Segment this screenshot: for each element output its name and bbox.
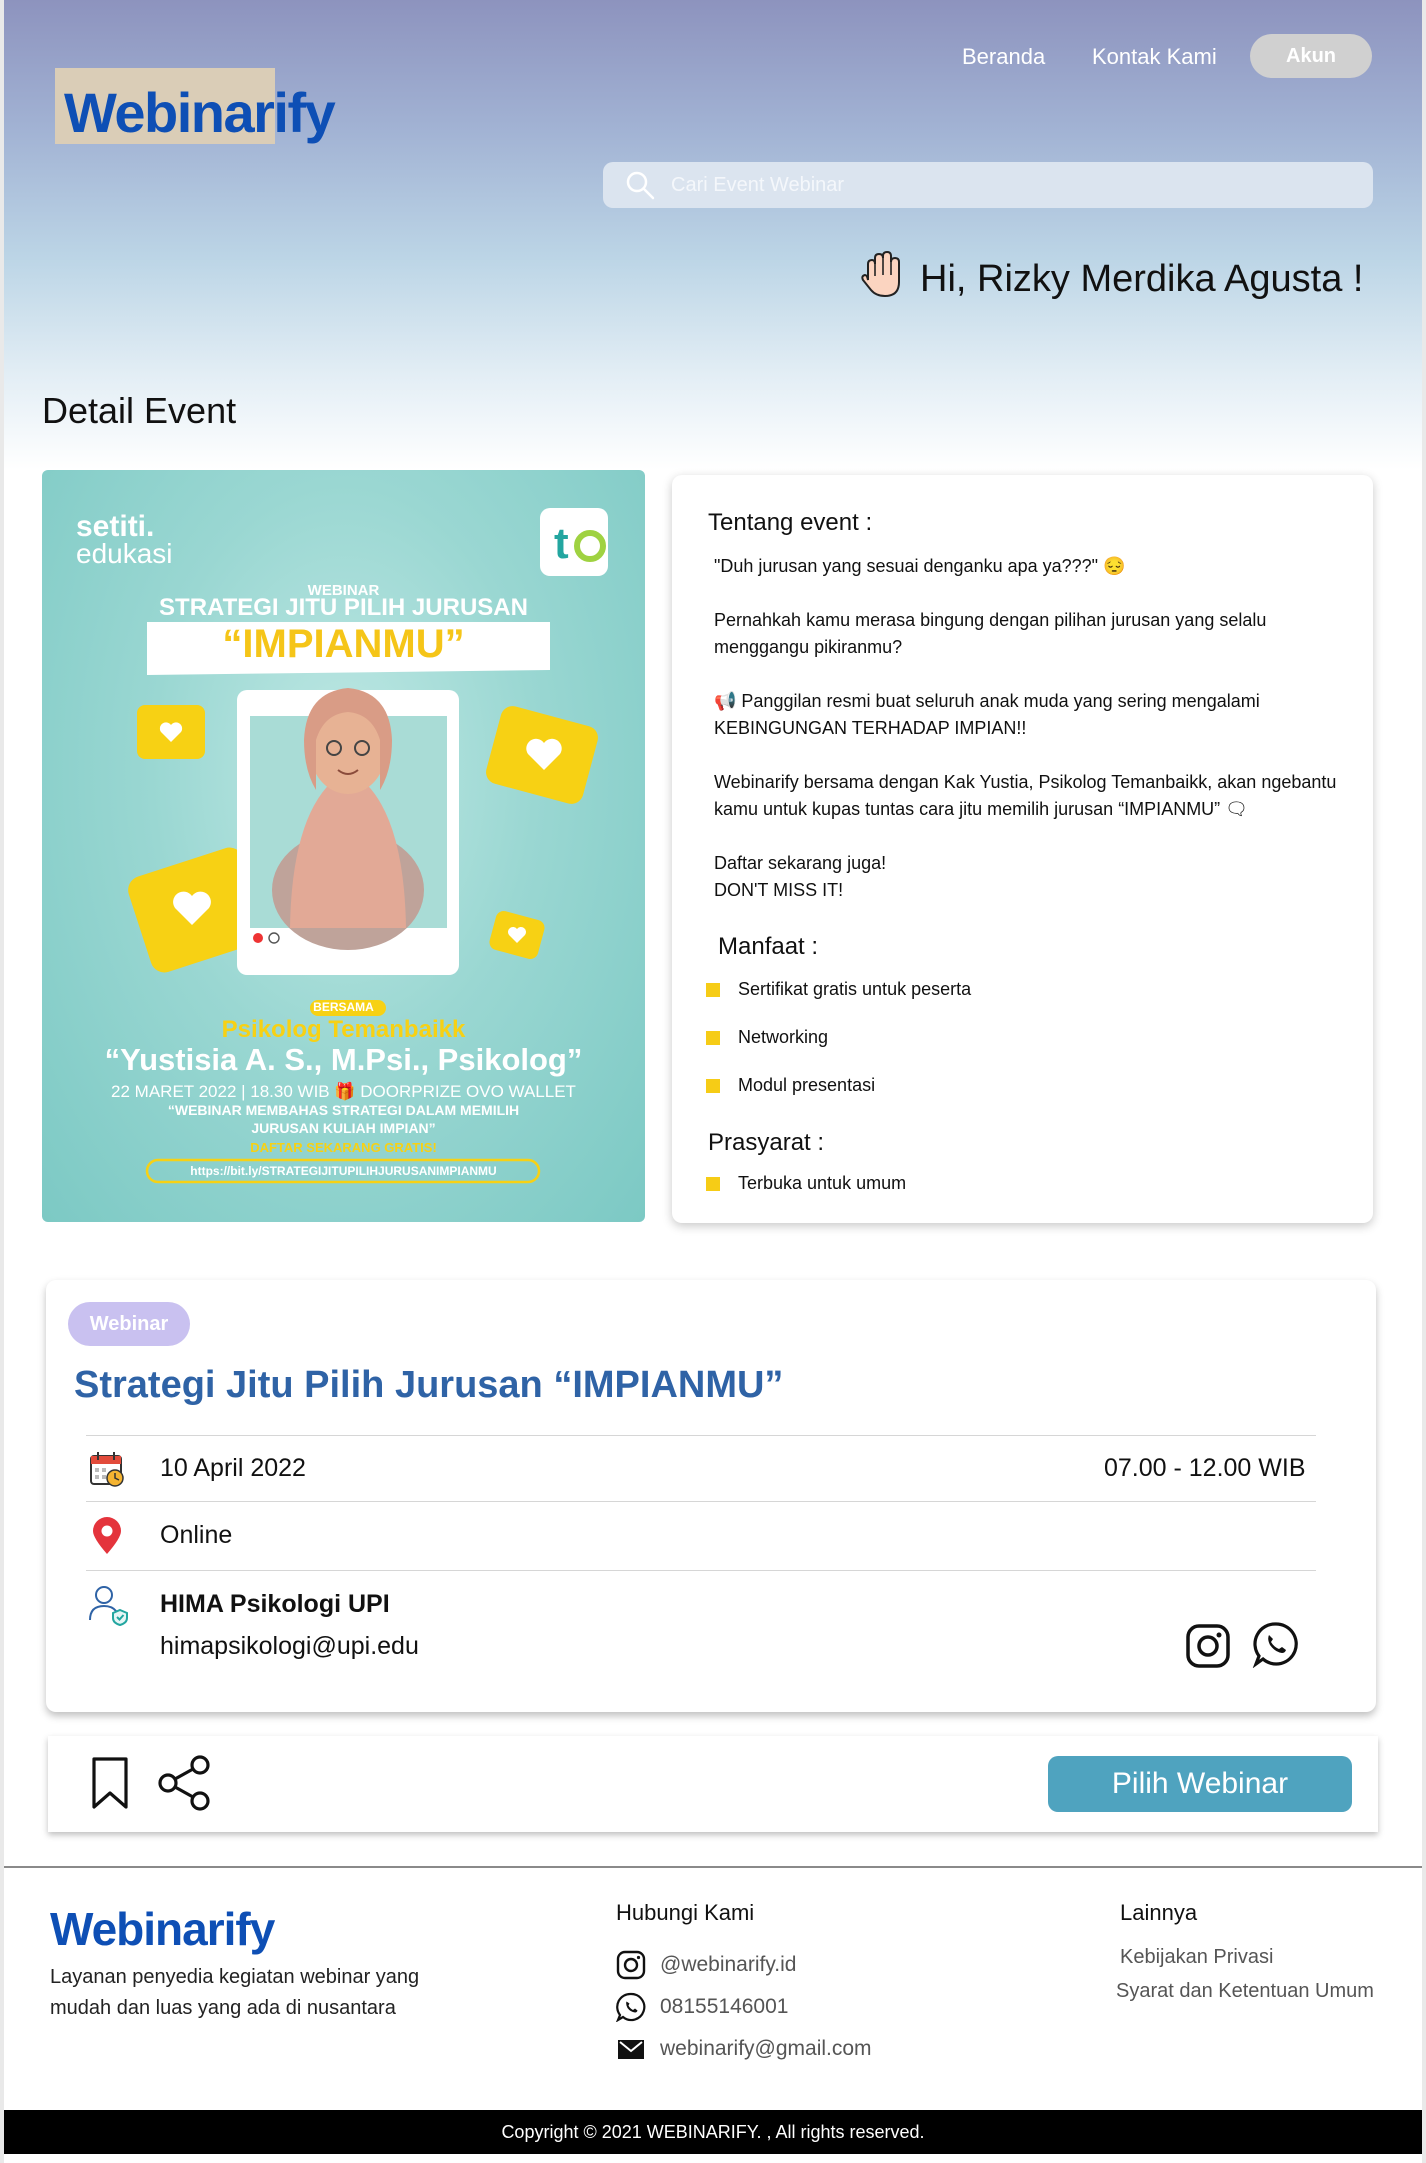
about-paragraph-4: Webinarify bersama dengan Kak Yustia, Ps…	[714, 772, 1337, 819]
poster-speaker: “Yustisia A. S., M.Psi., Psikolog”	[104, 1042, 583, 1077]
copyright-bar: Copyright © 2021 WEBINARIFY. , All right…	[4, 2110, 1422, 2154]
select-webinar-button[interactable]: Pilih Webinar	[1048, 1756, 1352, 1812]
organizer-name: HIMA Psikologi UPI	[160, 1590, 390, 1618]
account-button[interactable]: Akun	[1250, 34, 1372, 78]
event-date: 10 April 2022	[160, 1454, 306, 1482]
about-paragraph-5: Daftar sekarang juga!	[714, 853, 887, 873]
waving-hand-icon	[861, 250, 900, 298]
poster-cta: DAFTAR SEKARANG GRATIS!	[250, 1140, 437, 1155]
greeting-text: Hi, Rizky Merdika Agusta !	[920, 258, 1364, 300]
nav-home-link[interactable]: Beranda	[962, 44, 1045, 70]
organizer-icon	[89, 1586, 128, 1626]
poster-org: Psikolog Temanbaikk	[221, 1016, 466, 1043]
search-input[interactable]	[671, 173, 1311, 197]
page-title: Detail Event	[42, 390, 237, 431]
footer-description: Layanan penyedia kegiatan webinar yang m…	[50, 1966, 420, 2019]
poster-desc-1: “WEBINAR MEMBAHAS STRATEGI DALAM MEMILIH	[167, 1102, 520, 1118]
search-icon	[626, 171, 655, 200]
event-title: Strategi Jitu Pilih Jurusan “IMPIANMU”	[74, 1364, 784, 1406]
bullet-icon	[706, 1030, 720, 1045]
event-info-card: Webinar Strategi Jitu Pilih Jurusan “IMP…	[46, 1280, 1376, 1712]
requirement-item: Terbuka untuk umum	[706, 1173, 906, 1194]
footer-other-heading: Lainnya	[1120, 1900, 1198, 1925]
benefit-item: Sertifikat gratis untuk peserta	[706, 979, 971, 1000]
instagram-icon[interactable]	[1184, 1622, 1232, 1670]
poster-desc-2: JURUSAN KULIAH IMPIAN”	[251, 1120, 436, 1136]
footer-divider	[0, 1866, 1426, 1868]
event-poster: t setiti. edukasi WEBINAR STRATEGI JITU …	[42, 470, 645, 1222]
about-paragraph-1: "Duh jurusan yang sesuai denganku apa ya…	[714, 556, 1126, 576]
bullet-icon	[706, 1078, 720, 1093]
poster-highlight: “IMPIANMU”	[222, 622, 465, 666]
bookmark-icon[interactable]	[90, 1756, 130, 1810]
location-pin-icon	[93, 1517, 121, 1554]
logo[interactable]: Webinarify	[64, 80, 336, 145]
instagram-icon	[616, 1950, 646, 1980]
poster-headline: STRATEGI JITU PILIH JURUSAN	[159, 594, 528, 621]
about-paragraph-6: DON'T MISS IT!	[714, 880, 844, 900]
search-bar[interactable]	[603, 162, 1373, 208]
requirements-heading: Prasyarat :	[708, 1129, 825, 1156]
calendar-icon	[90, 1452, 124, 1487]
mail-icon	[618, 2040, 644, 2059]
share-icon[interactable]	[156, 1754, 214, 1812]
benefits-heading: Manfaat :	[718, 933, 819, 960]
footer-logo[interactable]: Webinarify	[50, 1902, 275, 1956]
event-location: Online	[160, 1521, 233, 1549]
about-card: Tentang event : "Duh jurusan yang sesuai…	[672, 475, 1373, 1223]
benefit-item: Modul presentasi	[706, 1075, 875, 1096]
divider	[86, 1435, 1316, 1436]
privacy-policy-link[interactable]: Kebijakan Privasi	[1120, 1946, 1273, 1969]
poster-date: 22 MARET 2022 | 18.30 WIB 🎁 DOORPRIZE OV…	[111, 1082, 576, 1101]
whatsapp-icon[interactable]	[1252, 1620, 1300, 1668]
footer-contact-heading: Hubungi Kami	[616, 1900, 755, 1925]
poster-with-label: BERSAMA	[313, 1000, 374, 1014]
footer-email-link[interactable]: webinarify@gmail.com	[616, 2034, 872, 2064]
nav-contact-link[interactable]: Kontak Kami	[1092, 44, 1217, 70]
organizer-email: himapsikologi@upi.edu	[160, 1632, 419, 1660]
category-badge: Webinar	[68, 1302, 190, 1346]
action-bar: Pilih Webinar	[48, 1736, 1378, 1832]
about-heading: Tentang event :	[708, 509, 873, 536]
whatsapp-icon	[616, 1992, 646, 2022]
poster-link: https://bit.ly/STRATEGIJITUPILIHJURUSANI…	[190, 1164, 497, 1178]
terms-link[interactable]: Syarat dan Ketentuan Umum	[1116, 1980, 1374, 2003]
footer-whatsapp-link[interactable]: 08155146001	[616, 1992, 788, 2022]
footer-instagram-link[interactable]: @webinarify.id	[616, 1950, 796, 1980]
benefit-item: Networking	[706, 1027, 828, 1048]
poster-brand-sub: edukasi	[76, 538, 173, 569]
divider	[86, 1501, 1316, 1502]
about-paragraph-3: 📢 Panggilan resmi buat seluruh anak muda…	[714, 691, 1260, 738]
divider	[86, 1570, 1316, 1571]
bullet-icon	[706, 982, 720, 997]
bullet-icon	[706, 1176, 720, 1191]
event-time: 07.00 - 12.00 WIB	[1104, 1454, 1306, 1482]
about-paragraph-2: Pernahkah kamu merasa bingung dengan pil…	[714, 610, 1267, 657]
